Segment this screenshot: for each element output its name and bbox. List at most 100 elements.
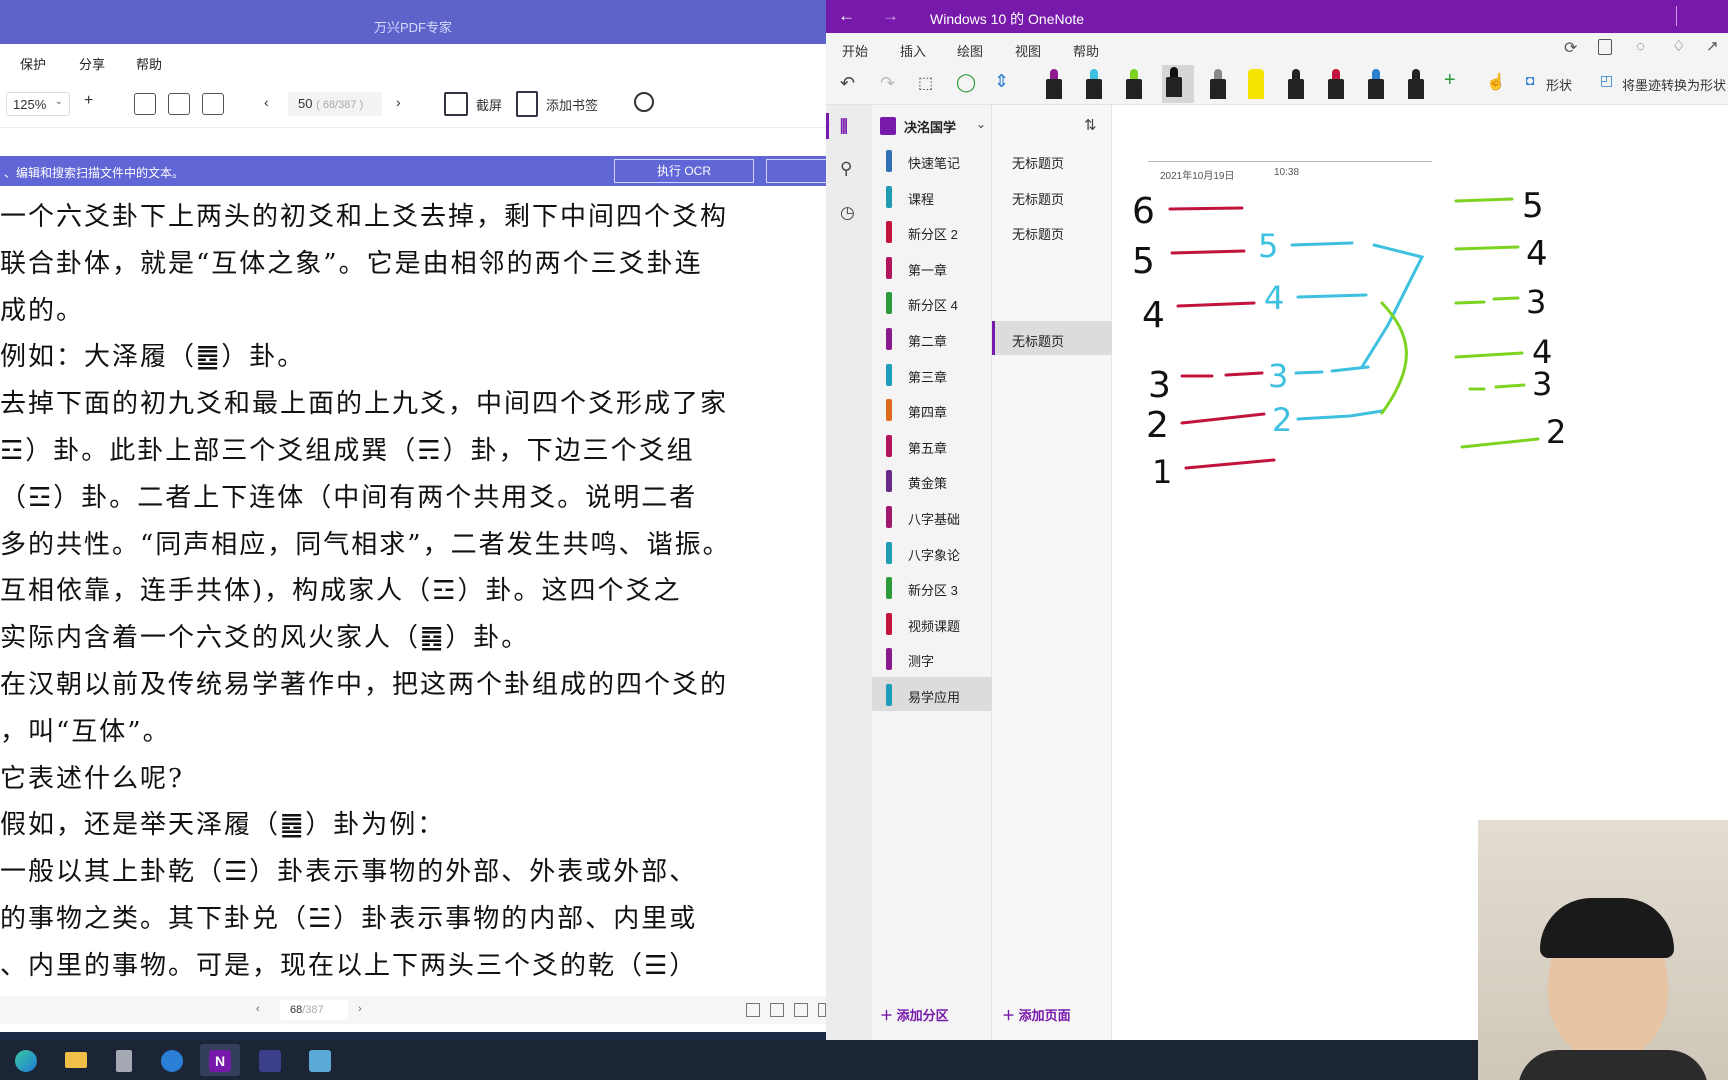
section-color-tab <box>886 506 892 528</box>
search-icon[interactable]: ⚲ <box>840 159 852 179</box>
section-item[interactable]: 第五章 <box>872 428 992 462</box>
browser-icon[interactable] <box>152 1044 192 1076</box>
bell-icon[interactable]: ♢ <box>1672 37 1685 55</box>
share-icon[interactable]: ↗ <box>1706 37 1719 55</box>
page-label: 无标题页 <box>1012 227 1065 243</box>
pen-teal-icon[interactable] <box>1364 67 1388 101</box>
search-icon[interactable] <box>634 92 654 112</box>
pen-green-icon[interactable] <box>1122 67 1146 101</box>
back-arrow-icon[interactable]: ← <box>838 6 855 26</box>
ink-to-text-icon[interactable]: ☝ <box>1486 72 1506 92</box>
section-item[interactable]: 新分区 2 <box>872 214 992 248</box>
pen-dark-icon[interactable] <box>1284 67 1308 101</box>
recent-icon[interactable]: ◷ <box>840 203 855 223</box>
notebook-name[interactable]: 决洺国学 <box>904 117 956 136</box>
shapes-icon[interactable]: ◘ <box>1526 72 1534 88</box>
status-next-icon[interactable]: › <box>358 1003 362 1015</box>
add-page-button[interactable]: ＋ 添加页面 <box>1002 1005 1071 1024</box>
section-item[interactable]: 黄金策 <box>872 463 992 497</box>
shapes-button[interactable]: 形状 <box>1546 75 1572 94</box>
redo-icon[interactable]: ↷ <box>880 73 895 94</box>
pen-black-icon[interactable] <box>1042 67 1066 101</box>
section-item[interactable]: 第一章 <box>872 250 992 284</box>
section-item[interactable]: 视频课题 <box>872 606 992 640</box>
onenote-taskbar-icon[interactable]: N <box>200 1044 240 1076</box>
pdf-taskbar-icon[interactable] <box>250 1044 290 1076</box>
camera-icon[interactable] <box>444 92 468 116</box>
tab-insert[interactable]: 插入 <box>900 41 926 60</box>
section-item[interactable]: 第二章 <box>872 321 992 355</box>
continuous-icon[interactable] <box>770 1003 784 1017</box>
section-item[interactable]: 测字 <box>872 641 992 675</box>
file-explorer-icon[interactable] <box>56 1044 96 1076</box>
insert-space-icon[interactable]: ⇕ <box>994 71 1009 92</box>
actual-size-icon[interactable] <box>202 93 224 115</box>
menu-protect[interactable]: 保护 <box>20 54 46 73</box>
ink-number: 3 <box>1268 357 1288 395</box>
edge-icon[interactable] <box>6 1044 46 1076</box>
undo-icon[interactable]: ↶ <box>840 73 855 94</box>
pen-black2-icon[interactable] <box>1404 67 1428 101</box>
calculator-icon[interactable] <box>104 1044 144 1076</box>
ocr-secondary-button[interactable] <box>766 159 826 183</box>
grid-view-icon[interactable] <box>818 1003 826 1017</box>
page-item[interactable] <box>992 285 1112 319</box>
app-taskbar-icon[interactable] <box>300 1044 340 1076</box>
single-page-icon[interactable] <box>746 1003 760 1017</box>
section-item[interactable]: 课程 <box>872 179 992 213</box>
next-page-icon[interactable]: › <box>396 94 401 110</box>
sort-pages-icon[interactable]: ⇅ <box>1084 116 1097 134</box>
pen-red-icon[interactable] <box>1324 67 1348 101</box>
bookmark-icon[interactable] <box>516 91 538 117</box>
lasso-select-icon[interactable]: ⬚ <box>918 73 933 93</box>
section-color-tab <box>886 256 892 279</box>
section-item[interactable]: 第三章 <box>872 357 992 391</box>
pen-gray-icon[interactable] <box>1206 67 1230 101</box>
menu-share[interactable]: 分享 <box>79 54 105 73</box>
status-page-input[interactable]: 68/387 <box>280 1000 348 1020</box>
section-item[interactable]: 八字象论 <box>872 535 992 569</box>
section-color-tab <box>886 541 892 564</box>
run-ocr-button[interactable]: 执行 OCR <box>614 159 754 183</box>
section-item[interactable]: 第四章 <box>872 392 992 426</box>
two-page-icon[interactable] <box>794 1003 808 1017</box>
add-bookmark-button[interactable]: 添加书签 <box>546 95 598 114</box>
page-item[interactable]: 无标题页 <box>992 321 1112 355</box>
fit-width-icon[interactable] <box>134 93 156 115</box>
page-number-input[interactable]: 50 ( 68/387 ) <box>288 92 382 116</box>
highlighter-yellow-icon[interactable] <box>1244 67 1268 101</box>
lightbulb-icon[interactable]: ◌ <box>1636 38 1645 55</box>
section-item[interactable]: 快速笔记 <box>872 143 992 177</box>
convert-ink-icon[interactable]: ◰ <box>1600 72 1613 89</box>
notebooks-icon[interactable]: ⫼ <box>840 117 848 137</box>
fit-page-icon[interactable] <box>168 93 190 115</box>
screenshot-button[interactable]: 截屏 <box>476 95 502 114</box>
menu-help[interactable]: 帮助 <box>136 54 162 73</box>
add-section-button[interactable]: ＋ 添加分区 <box>880 1005 949 1024</box>
status-prev-icon[interactable]: ‹ <box>256 1003 260 1015</box>
prev-page-icon[interactable]: ‹ <box>264 94 269 110</box>
section-item[interactable]: 易学应用 <box>872 677 992 711</box>
page-item[interactable]: 无标题页 <box>992 179 1112 213</box>
tab-help[interactable]: 帮助 <box>1073 41 1099 60</box>
section-item[interactable]: 新分区 4 <box>872 285 992 319</box>
notebook-chevron-icon[interactable]: ⌄ <box>976 117 986 131</box>
sync-icon[interactable]: ⟳ <box>1564 38 1577 58</box>
section-item[interactable]: 八字基础 <box>872 499 992 533</box>
eraser-icon[interactable]: ◯ <box>956 72 976 93</box>
zoom-in-button[interactable]: + <box>84 92 93 110</box>
add-pen-icon[interactable]: + <box>1444 69 1456 92</box>
tab-home[interactable]: 开始 <box>842 41 868 60</box>
pen-selected-icon[interactable] <box>1162 65 1194 103</box>
section-item[interactable]: 新分区 3 <box>872 570 992 604</box>
page-item[interactable]: 无标题页 <box>992 143 1112 177</box>
pages-icon[interactable] <box>1598 39 1612 55</box>
zoom-select[interactable]: 125% ⌄ <box>6 92 70 116</box>
pen-blue-icon[interactable] <box>1082 67 1106 101</box>
page-item[interactable] <box>992 250 1112 284</box>
tab-view[interactable]: 视图 <box>1015 41 1041 60</box>
forward-arrow-icon[interactable]: → <box>882 6 899 26</box>
convert-ink-button[interactable]: 将墨迹转换为形状 <box>1622 75 1726 94</box>
ink-drawing: 6 5 4 3 2 1 5 4 3 2 5 4 3 4 3 2 <box>1132 186 1566 491</box>
page-item[interactable]: 无标题页 <box>992 214 1112 248</box>
